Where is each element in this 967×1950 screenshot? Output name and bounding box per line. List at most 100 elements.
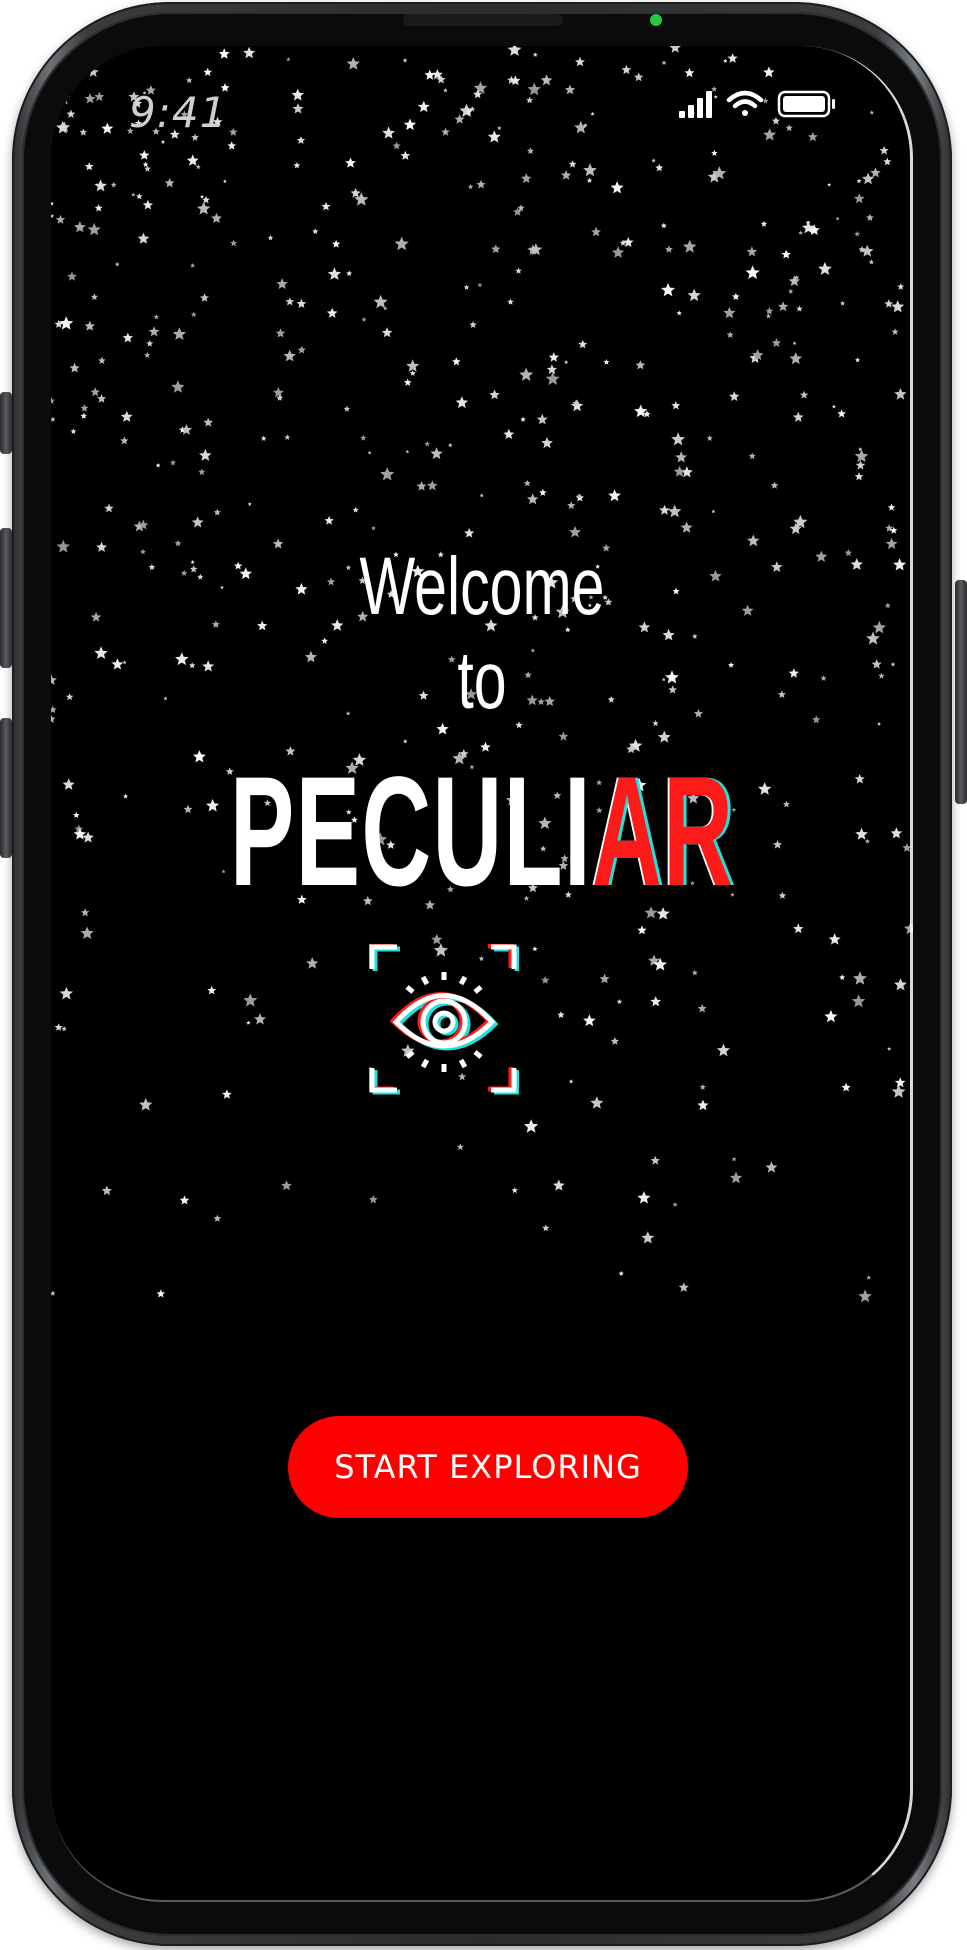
star-decoration <box>111 658 124 670</box>
star-decoration <box>56 91 71 105</box>
star-decoration <box>866 213 874 221</box>
app-logo-wordmark: PECULIAR <box>215 752 749 912</box>
star-decoration <box>229 127 238 136</box>
star-decoration <box>871 659 882 669</box>
star-decoration <box>51 87 59 95</box>
star-decoration <box>835 216 840 221</box>
star-decoration <box>608 489 621 502</box>
star-decoration <box>122 332 133 343</box>
star-decoration <box>291 88 304 101</box>
star-decoration <box>222 1089 232 1099</box>
star-decoration <box>540 74 553 86</box>
star-decoration <box>155 462 161 468</box>
star-decoration <box>515 267 522 274</box>
star-decoration <box>894 387 907 400</box>
star-decoration <box>51 714 56 723</box>
star-decoration <box>763 128 777 141</box>
star-decoration <box>858 1289 872 1303</box>
cellular-signal-icon <box>679 91 712 118</box>
star-decoration <box>74 221 86 233</box>
star-decoration <box>800 390 809 399</box>
star-decoration <box>51 213 55 218</box>
star-decoration <box>868 259 874 265</box>
star-decoration <box>296 136 306 144</box>
star-decoration <box>139 1097 153 1111</box>
star-decoration <box>368 1194 378 1204</box>
star-decoration <box>878 672 885 679</box>
star-decoration <box>788 288 794 294</box>
star-decoration <box>729 391 740 401</box>
star-decoration <box>321 201 331 211</box>
star-decoration <box>416 481 427 491</box>
star-decoration <box>476 179 486 189</box>
star-decoration <box>568 160 577 168</box>
star-decoration <box>164 177 175 188</box>
star-decoration <box>120 410 133 422</box>
star-decoration <box>186 77 193 84</box>
star-decoration <box>524 1119 539 1133</box>
star-decoration <box>634 72 644 82</box>
star-decoration <box>558 731 569 741</box>
star-decoration <box>227 141 237 150</box>
star-decoration <box>583 163 597 177</box>
star-decoration <box>706 435 713 441</box>
app-screen: 9:41 Welcome to PECULIAR START EXPLORING <box>51 46 913 1902</box>
star-decoration <box>230 239 238 247</box>
star-decoration <box>343 405 351 412</box>
star-decoration <box>431 933 443 945</box>
star-decoration <box>403 378 412 386</box>
star-decoration <box>169 459 177 466</box>
star-decoration <box>657 730 671 743</box>
star-decoration <box>247 502 252 506</box>
star-decoration <box>96 541 107 552</box>
star-decoration <box>861 172 875 185</box>
star-decoration <box>243 993 258 1007</box>
star-decoration <box>852 46 862 55</box>
star-decoration <box>887 503 896 511</box>
star-decoration <box>477 282 483 288</box>
star-decoration <box>286 57 291 62</box>
star-decoration <box>723 306 736 319</box>
star-decoration <box>94 91 105 102</box>
star-decoration <box>392 141 401 150</box>
star-decoration <box>51 201 55 206</box>
star-decoration <box>491 244 501 254</box>
star-decoration <box>80 908 90 917</box>
star-decoration <box>546 364 558 375</box>
start-exploring-button[interactable]: START EXPLORING <box>288 1416 688 1518</box>
star-decoration <box>142 199 153 210</box>
star-decoration <box>137 232 150 244</box>
star-decoration <box>114 262 120 267</box>
star-decoration <box>69 362 80 373</box>
star-decoration <box>616 998 623 1004</box>
wifi-icon <box>726 90 764 116</box>
star-decoration <box>94 646 108 659</box>
star-decoration <box>669 46 681 53</box>
star-decoration <box>792 411 804 422</box>
star-decoration <box>324 516 334 525</box>
star-decoration <box>590 1096 604 1109</box>
star-decoration <box>798 230 803 235</box>
star-decoration <box>541 437 553 449</box>
star-decoration <box>123 793 129 799</box>
star-decoration <box>163 696 168 701</box>
star-decoration <box>511 1187 518 1194</box>
battery-icon <box>777 90 835 118</box>
star-decoration <box>51 397 55 404</box>
star-decoration <box>203 417 213 427</box>
camera-indicator-dot <box>650 14 662 26</box>
star-decoration <box>569 525 582 538</box>
star-decoration <box>812 715 821 724</box>
star-decoration <box>87 66 99 77</box>
star-decoration <box>448 442 453 448</box>
brand-main-text: PECULI <box>229 745 592 919</box>
star-decoration <box>676 310 682 316</box>
star-decoration <box>87 222 101 236</box>
star-decoration <box>539 488 547 496</box>
star-decoration <box>763 66 775 78</box>
star-decoration <box>527 82 541 96</box>
star-decoration <box>218 48 230 59</box>
star-decoration <box>771 338 782 347</box>
star-decoration <box>73 811 80 818</box>
star-decoration <box>732 292 740 300</box>
